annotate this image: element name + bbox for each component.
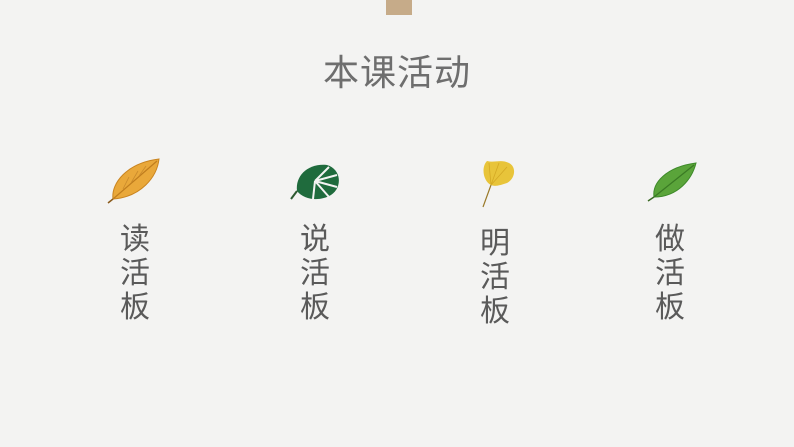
monstera-leaf-icon [290,164,339,200]
activity-understand[interactable]: 明 活 板 [455,155,535,329]
activity-speak[interactable]: 说 活 板 [275,155,355,325]
activity-read[interactable]: 读 活 板 [95,155,175,325]
activity-label: 读 活 板 [120,222,150,325]
top-accent-tab [386,0,412,15]
activity-label: 说 活 板 [300,222,330,325]
page-title: 本课活动 [322,53,471,94]
activity-label: 做 活 板 [655,222,685,325]
ginkgo-leaf-icon [482,161,515,208]
green-leaf-icon [647,162,697,202]
activity-label: 明 活 板 [480,226,510,329]
activity-do[interactable]: 做 活 板 [630,155,710,325]
orange-leaf-icon [107,158,160,204]
